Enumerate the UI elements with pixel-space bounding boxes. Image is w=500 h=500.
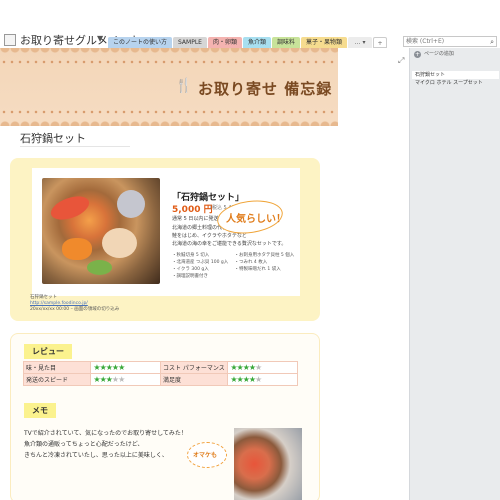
star-rating[interactable]: ★★★★★ — [90, 361, 162, 374]
memo-label: メモ — [24, 403, 56, 418]
section-tabs: このノートの使い方 SAMPLE 肉・卵類 魚介類 調味料 菓子・果物類 … ▾… — [108, 37, 388, 48]
star-empty-icon: ★ — [118, 375, 125, 384]
spec-item: ・特製味噌だれ 1 袋入 — [234, 267, 281, 272]
product-photo[interactable] — [42, 178, 160, 284]
spec-item: ・北海道産 つぶ貝 100 g入 — [172, 260, 229, 265]
memo-line: きちんと冷凍されていたし、思った以上に美味しく、 — [24, 452, 168, 459]
more-tabs-button[interactable]: … ▾ — [348, 37, 373, 48]
expand-icon[interactable]: ⤢ — [398, 56, 404, 66]
spec-item: ・秋鮭切身 5 切入 — [172, 253, 210, 258]
star-empty-icon: ★ — [255, 363, 262, 372]
tab-meat-eggs[interactable]: 肉・卵類 — [207, 37, 242, 48]
spec-item: ・つみれ 4 枚入 — [234, 260, 268, 265]
lace-border-top — [0, 48, 338, 58]
bubble-text: オマケも — [193, 452, 218, 459]
page-list-item[interactable]: マイクロ ホテル スープセット — [412, 79, 499, 87]
clip-caption: 石狩鍋セット http://sample.foodinco.jp/ 20xx/x… — [30, 295, 119, 313]
spec-item: ・お刺身用ホタテ貝柱 5 個入 — [234, 253, 295, 258]
memo-text[interactable]: TVで紹介されていて、気になったのでお取り寄せしてみた！ 魚介類の通販ってちょっ… — [24, 428, 187, 461]
search-icon[interactable]: ⌕ — [490, 38, 494, 47]
spec-item: ・調理説明書付き — [172, 274, 208, 279]
page-content: 🍴 お取り寄せ 備忘録 石狩鍋セット 「石狩鍋セット」 5,000 円 (税込 … — [0, 48, 409, 500]
star-rating[interactable]: ★★★★★ — [227, 373, 298, 386]
add-page-button[interactable]: + ページの追加 — [410, 48, 500, 60]
cutlery-icon: 🍴 — [175, 78, 193, 94]
table-row: 味・見た目 ★★★★★ コスト パフォーマンス ★★★★★ — [22, 361, 298, 374]
star-rating[interactable]: ★★★★★ — [90, 373, 162, 386]
title-divider — [20, 146, 130, 147]
product-specs: ・秋鮭切身 5 切入 ・お刺身用ホタテ貝柱 5 個入 ・北海道産 つぶ貝 100… — [172, 252, 297, 280]
plus-icon: + — [414, 51, 421, 58]
tab-seafood[interactable]: 魚介類 — [242, 37, 271, 48]
page-title[interactable]: 石狩鍋セット — [20, 130, 86, 146]
onenote-window: お取り寄せグルメノート ▼ このノートの使い方 SAMPLE 肉・卵類 魚介類 … — [0, 0, 500, 500]
search-placeholder: 検索 (Ctrl+E) — [406, 38, 445, 45]
review-key: 味・見た目 — [22, 361, 92, 374]
caption-date: 20xx/xx/xx 00:00 – 画面の領域の切り込み — [30, 307, 120, 312]
tab-how-to[interactable]: このノートの使い方 — [108, 37, 173, 48]
add-page-label: ページの追加 — [424, 51, 454, 57]
review-label: レビュー — [24, 344, 72, 359]
sticker-text: 人気らしい！ — [226, 214, 286, 225]
dot-border-bottom — [0, 110, 338, 114]
memo-line: TVで紹介されていて、気になったのでお取り寄せしてみた！ — [24, 430, 187, 437]
banner: 🍴 お取り寄せ 備忘録 — [0, 48, 338, 126]
tab-seasoning[interactable]: 調味料 — [272, 37, 301, 48]
star-filled-icon: ★ — [118, 363, 125, 372]
tab-sample[interactable]: SAMPLE — [173, 37, 207, 48]
page-list-pane: + ページの追加 石狩鍋セット マイクロ ホテル スープセット — [409, 48, 500, 500]
review-key: 満足度 — [160, 373, 229, 386]
notebook-icon — [4, 34, 16, 46]
chevron-down-icon[interactable]: ▼ — [97, 34, 103, 43]
star-rating[interactable]: ★★★★★ — [227, 361, 298, 374]
notebook-bar: お取り寄せグルメノート ▼ このノートの使い方 SAMPLE 肉・卵類 魚介類 … — [0, 0, 500, 48]
add-section-button[interactable]: + — [373, 37, 388, 48]
shipping-note: 通常 5 日以内に発送 — [172, 216, 219, 222]
description-line: 北海道の海の幸をご堪能できる贅沢なセットです。 — [172, 241, 287, 247]
page-list-item[interactable]: 石狩鍋セット — [412, 71, 499, 79]
memo-line: 魚介類の通販ってちょっと心配だったけど、 — [24, 441, 144, 448]
review-table: 味・見た目 ★★★★★ コスト パフォーマンス ★★★★★ 発送のスピード ★★… — [22, 361, 298, 386]
star-empty-icon: ★ — [255, 375, 262, 384]
product-panel: 「石狩鍋セット」 5,000 円 (税込 5,400 円) 送料込 通常 5 日… — [32, 168, 300, 296]
product-price: 5,000 円 — [172, 205, 213, 215]
search-input[interactable]: 検索 (Ctrl+E) ⌕ — [403, 36, 497, 47]
description-line: 鮭をはじめ、イクラやホタテなど — [172, 233, 247, 239]
review-key: コスト パフォーマンス — [160, 361, 229, 374]
lace-border-bottom — [0, 116, 338, 126]
dot-border-top — [0, 60, 338, 64]
banner-title: お取り寄せ 備忘録 — [198, 80, 333, 98]
spec-item: ・イクラ 300 g入 — [172, 267, 209, 272]
table-row: 発送のスピード ★★★★★ 満足度 ★★★★★ — [22, 373, 298, 386]
memo-photo[interactable] — [234, 428, 302, 500]
tab-sweets-fruit[interactable]: 菓子・果物類 — [301, 37, 348, 48]
review-key: 発送のスピード — [22, 373, 92, 386]
